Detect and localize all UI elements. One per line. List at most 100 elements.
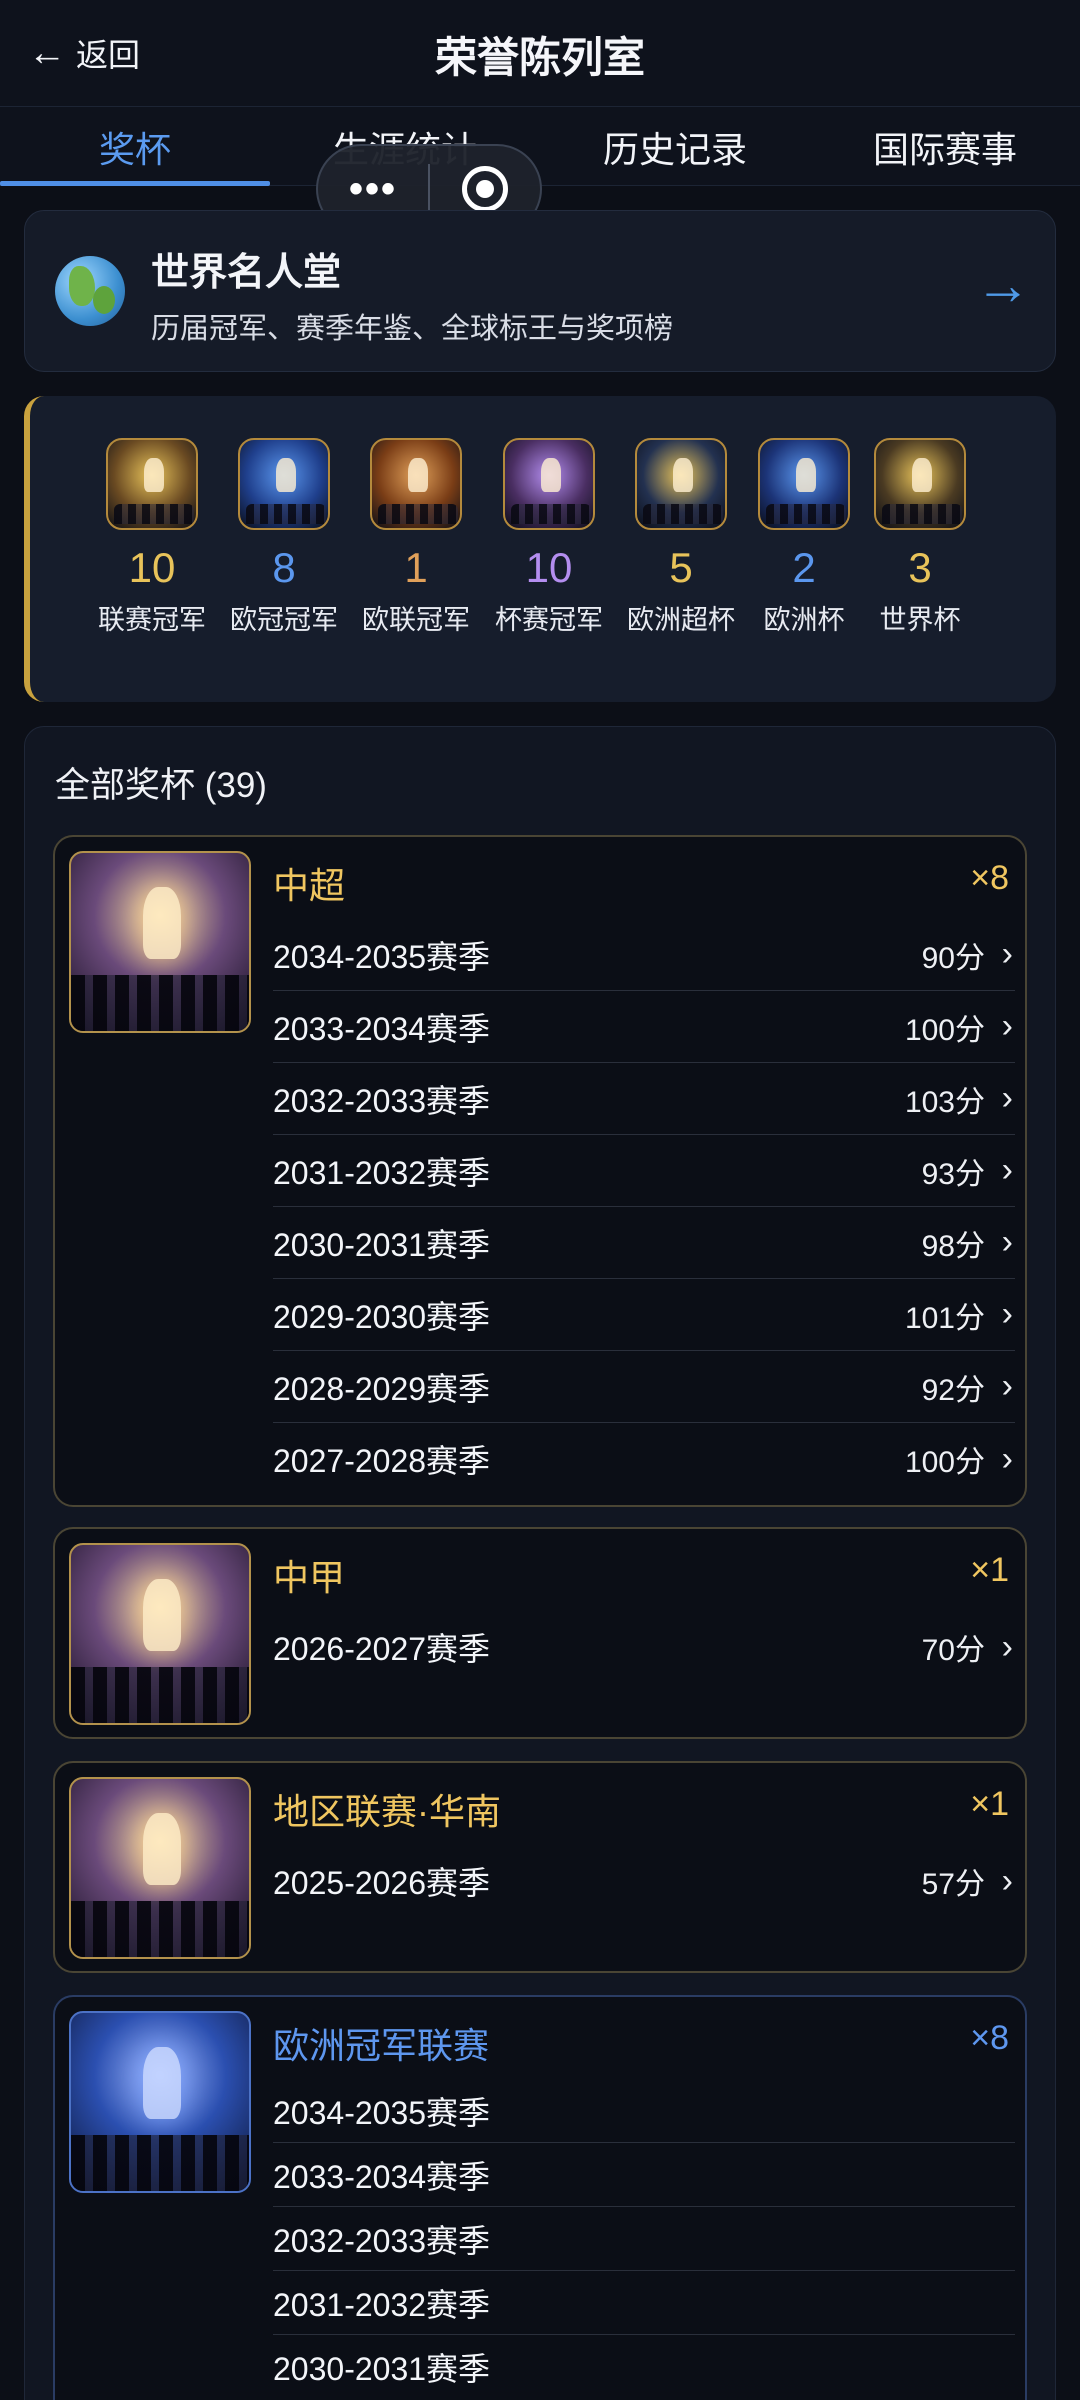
season-list: 2025-2026赛季 57分 › (273, 1845, 1015, 1917)
season-label: 2030-2031赛季 (273, 2351, 491, 2387)
summary-league[interactable]: 10 联赛冠军 (92, 438, 212, 637)
league-trophy-icon (106, 438, 198, 530)
summary-label: 世界杯 (879, 605, 961, 635)
season-row[interactable]: 2032-2033赛季 (273, 2207, 1015, 2271)
season-label: 2032-2033赛季 (273, 1082, 491, 1119)
trophy-image (69, 1543, 251, 1725)
season-row[interactable]: 2029-2030赛季 101分 › (273, 1279, 1015, 1351)
trophy-group-name: 中超 (273, 865, 346, 906)
summary-euro[interactable]: 2 欧洲杯 (744, 438, 864, 637)
chevron-right-icon: › (1001, 1439, 1013, 1478)
season-row[interactable]: 2033-2034赛季 100分 › (273, 991, 1015, 1063)
season-points: 57分 (921, 1868, 985, 1901)
euro-trophy-icon (758, 438, 850, 530)
summary-uel[interactable]: 1 欧联冠军 (356, 438, 476, 637)
season-list: 2034-2035赛季 90分 › 2033-2034赛季 100分 › 2032-20… (273, 919, 1015, 1495)
season-points: 98分 (921, 1229, 985, 1263)
arrow-right-icon: → (975, 253, 1031, 316)
summary-count: 1 (404, 544, 428, 591)
summary-count: 8 (272, 544, 296, 591)
chevron-right-icon: › (1001, 1627, 1013, 1666)
chevron-right-icon: › (1001, 1007, 1013, 1045)
chevron-right-icon: › (1001, 1295, 1013, 1333)
season-points: 101分 (904, 1301, 985, 1335)
trophy-group-name: 地区联赛·华南 (273, 1791, 501, 1832)
season-row[interactable]: 2028-2029赛季 92分 › (273, 1351, 1015, 1423)
hall-of-fame-card[interactable]: 世界名人堂 历届冠军、赛季年鉴、全球标王与奖项榜 → (24, 210, 1056, 372)
summary-cup[interactable]: 10 杯赛冠军 (489, 438, 609, 637)
season-row[interactable]: 2033-2034赛季 (273, 2143, 1015, 2207)
summary-label: 欧冠冠军 (230, 605, 338, 635)
trophy-group-name: 欧洲冠军联赛 (273, 2025, 490, 2066)
summary-count: 3 (908, 544, 932, 591)
season-list: 2026-2027赛季 70分 › (273, 1611, 1015, 1683)
chevron-right-icon: › (1001, 1151, 1013, 1189)
season-row[interactable]: 2030-2031赛季 98分 › (273, 1207, 1015, 1279)
chevron-right-icon: › (1001, 1223, 1013, 1261)
season-label: 2026-2027赛季 (273, 1631, 491, 1667)
season-points: 92分 (921, 1373, 985, 1407)
trophy-group-count: ×8 (970, 859, 1009, 897)
chevron-right-icon: › (1001, 935, 1013, 973)
summary-count: 10 (525, 544, 573, 591)
season-points: 93分 (921, 1157, 985, 1191)
trophy-group-csl: 中超 ×8 2034-2035赛季 90分 › 2033-2034赛季 100分 › 2… (53, 835, 1027, 1507)
season-row[interactable]: 2025-2026赛季 57分 › (273, 1845, 1015, 1917)
season-row[interactable]: 2032-2033赛季 103分 › (273, 1063, 1015, 1135)
trophy-image (69, 2011, 251, 2193)
active-tab-indicator (0, 181, 270, 186)
chevron-right-icon: › (1001, 1861, 1013, 1900)
summary-ucl[interactable]: 8 欧冠冠军 (224, 438, 344, 637)
tab-trophies[interactable]: 奖杯 (0, 121, 270, 173)
trophy-group-count: ×8 (970, 2019, 1009, 2057)
tab-history[interactable]: 历史记录 (540, 121, 810, 173)
hall-of-fame-title: 世界名人堂 (151, 252, 342, 294)
season-label: 2033-2034赛季 (273, 2158, 491, 2195)
chevron-right-icon: › (1001, 1367, 1013, 1405)
trophy-group-count: ×1 (970, 1785, 1009, 1823)
summary-count: 10 (128, 544, 176, 591)
season-label: 2031-2032赛季 (273, 2286, 491, 2323)
trophy-image (69, 1777, 251, 1959)
season-row[interactable]: 2031-2032赛季 (273, 2271, 1015, 2335)
season-row[interactable]: 2026-2027赛季 70分 › (273, 1611, 1015, 1683)
super-cup-trophy-icon (635, 438, 727, 530)
season-points: 103分 (904, 1085, 985, 1119)
season-list: 2034-2035赛季 2033-2034赛季 2032-2033赛季 2031… (273, 2079, 1015, 2399)
season-points: 100分 (904, 1013, 985, 1047)
season-label: 2034-2035赛季 (273, 938, 491, 975)
season-points: 90分 (921, 941, 985, 975)
more-dots-icon[interactable]: ••• (318, 167, 428, 212)
cup-trophy-icon (503, 438, 595, 530)
chevron-right-icon: › (1001, 1079, 1013, 1117)
season-label: 2029-2030赛季 (273, 1298, 491, 1335)
summary-count: 5 (669, 544, 693, 591)
season-label: 2034-2035赛季 (273, 2094, 491, 2131)
season-points: 70分 (921, 1634, 985, 1667)
season-points: 100分 (904, 1446, 985, 1479)
season-row[interactable]: 2031-2032赛季 93分 › (273, 1135, 1015, 1207)
world-cup-trophy-icon (874, 438, 966, 530)
season-label: 2025-2026赛季 (273, 1865, 491, 1901)
season-row[interactable]: 2034-2035赛季 (273, 2079, 1015, 2143)
record-icon[interactable] (430, 166, 540, 212)
page-title: 荣誉陈列室 (434, 34, 645, 81)
season-row[interactable]: 2030-2031赛季 (273, 2335, 1015, 2399)
season-label: 2031-2032赛季 (273, 1154, 491, 1191)
ucl-trophy-icon (238, 438, 330, 530)
top-bar: ← 返回 荣誉陈列室 (0, 0, 1080, 106)
trophy-group-regional: 地区联赛·华南 ×1 2025-2026赛季 57分 › (53, 1761, 1027, 1973)
tab-international[interactable]: 国际赛事 (810, 121, 1080, 173)
season-label: 2032-2033赛季 (273, 2222, 491, 2259)
trophy-image (69, 851, 251, 1033)
season-label: 2030-2031赛季 (273, 1226, 491, 1263)
summary-super-cup[interactable]: 5 欧洲超杯 (621, 438, 741, 637)
season-label: 2027-2028赛季 (273, 1443, 491, 1479)
all-trophies-panel: 全部奖杯 (39) 中超 ×8 2034-2035赛季 90分 › 2033-203… (24, 726, 1056, 2400)
summary-world-cup[interactable]: 3 世界杯 (860, 438, 980, 637)
season-row[interactable]: 2034-2035赛季 90分 › (273, 919, 1015, 991)
summary-label: 联赛冠军 (98, 605, 206, 635)
trophy-group-league-one: 中甲 ×1 2026-2027赛季 70分 › (53, 1527, 1027, 1739)
summary-label: 欧洲杯 (763, 605, 845, 635)
season-row[interactable]: 2027-2028赛季 100分 › (273, 1423, 1015, 1495)
